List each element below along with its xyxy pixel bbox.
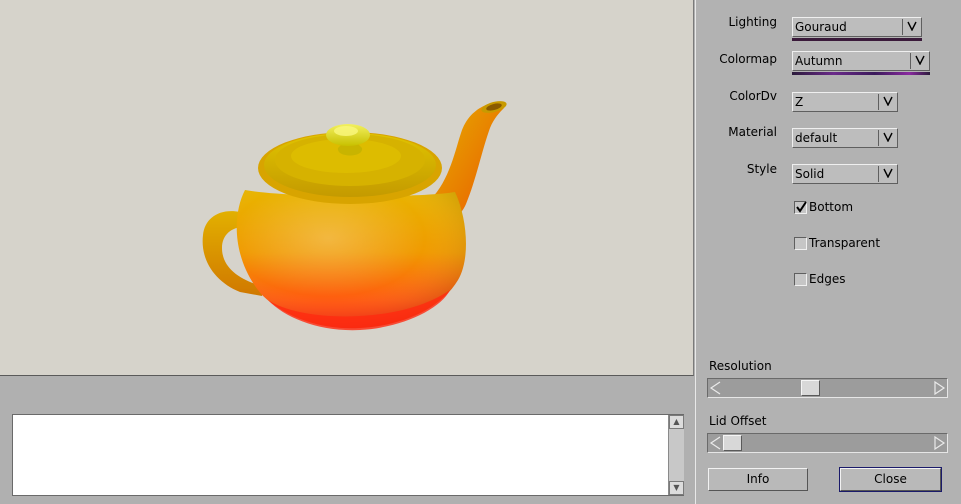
material-value: default xyxy=(795,131,838,145)
material-select[interactable]: default xyxy=(792,128,898,148)
bottom-checkbox-label: Bottom xyxy=(809,200,854,214)
scroll-down-arrow-icon[interactable]: ▼ xyxy=(669,481,684,495)
resolution-slider[interactable] xyxy=(707,378,948,398)
style-label: Style xyxy=(746,162,777,176)
log-scrollbar[interactable]: ▲ ▼ xyxy=(668,415,684,495)
control-panel: Lighting Gouraud Colormap Autumn ColorDv… xyxy=(695,0,961,504)
lighting-select[interactable]: Gouraud xyxy=(792,17,922,41)
slider-left-arrow-icon[interactable] xyxy=(709,435,723,451)
scroll-up-arrow-icon[interactable]: ▲ xyxy=(669,415,684,429)
slider-left-arrow-icon[interactable] xyxy=(709,380,723,396)
style-value: Solid xyxy=(795,167,825,181)
lid-offset-slider-thumb[interactable] xyxy=(723,435,742,451)
colormap-preview-strip xyxy=(792,72,930,75)
info-button[interactable]: Info xyxy=(708,468,808,491)
log-textbox[interactable]: ▲ ▼ xyxy=(12,414,684,496)
edges-checkbox[interactable]: Edges xyxy=(794,271,845,287)
log-area: ▲ ▼ xyxy=(0,377,694,504)
colordv-label: ColorDv xyxy=(729,89,777,103)
checkbox-box[interactable] xyxy=(794,200,807,214)
style-select[interactable]: Solid xyxy=(792,164,898,184)
lighting-focus-underline xyxy=(792,38,922,41)
colormap-label: Colormap xyxy=(719,52,777,66)
slider-right-arrow-icon[interactable] xyxy=(932,435,946,451)
resolution-label: Resolution xyxy=(709,359,772,373)
checkbox-box[interactable] xyxy=(794,272,807,286)
transparent-checkbox-label: Transparent xyxy=(809,236,881,250)
transparent-checkbox[interactable]: Transparent xyxy=(794,235,880,251)
colordv-value: Z xyxy=(795,95,804,109)
lid-offset-label: Lid Offset xyxy=(709,414,767,428)
lighting-value: Gouraud xyxy=(795,20,847,34)
checkbox-box[interactable] xyxy=(794,236,807,250)
lid-offset-slider[interactable] xyxy=(707,433,948,453)
render-viewport[interactable] xyxy=(0,0,694,376)
material-label: Material xyxy=(728,125,777,139)
teapot-render xyxy=(202,101,507,331)
chevron-down-icon[interactable] xyxy=(878,94,896,110)
lighting-label: Lighting xyxy=(728,15,777,29)
colormap-value: Autumn xyxy=(795,54,843,68)
slider-right-arrow-icon[interactable] xyxy=(932,380,946,396)
chevron-down-icon[interactable] xyxy=(878,166,896,182)
bottom-checkbox[interactable]: Bottom xyxy=(794,199,853,215)
chevron-down-icon[interactable] xyxy=(902,19,920,35)
resolution-slider-thumb[interactable] xyxy=(800,380,820,396)
chevron-down-icon[interactable] xyxy=(910,53,928,69)
colordv-select[interactable]: Z xyxy=(792,92,898,112)
close-button[interactable]: Close xyxy=(839,467,942,492)
edges-checkbox-label: Edges xyxy=(809,272,846,286)
chevron-down-icon[interactable] xyxy=(878,130,896,146)
colormap-select[interactable]: Autumn xyxy=(792,51,930,75)
